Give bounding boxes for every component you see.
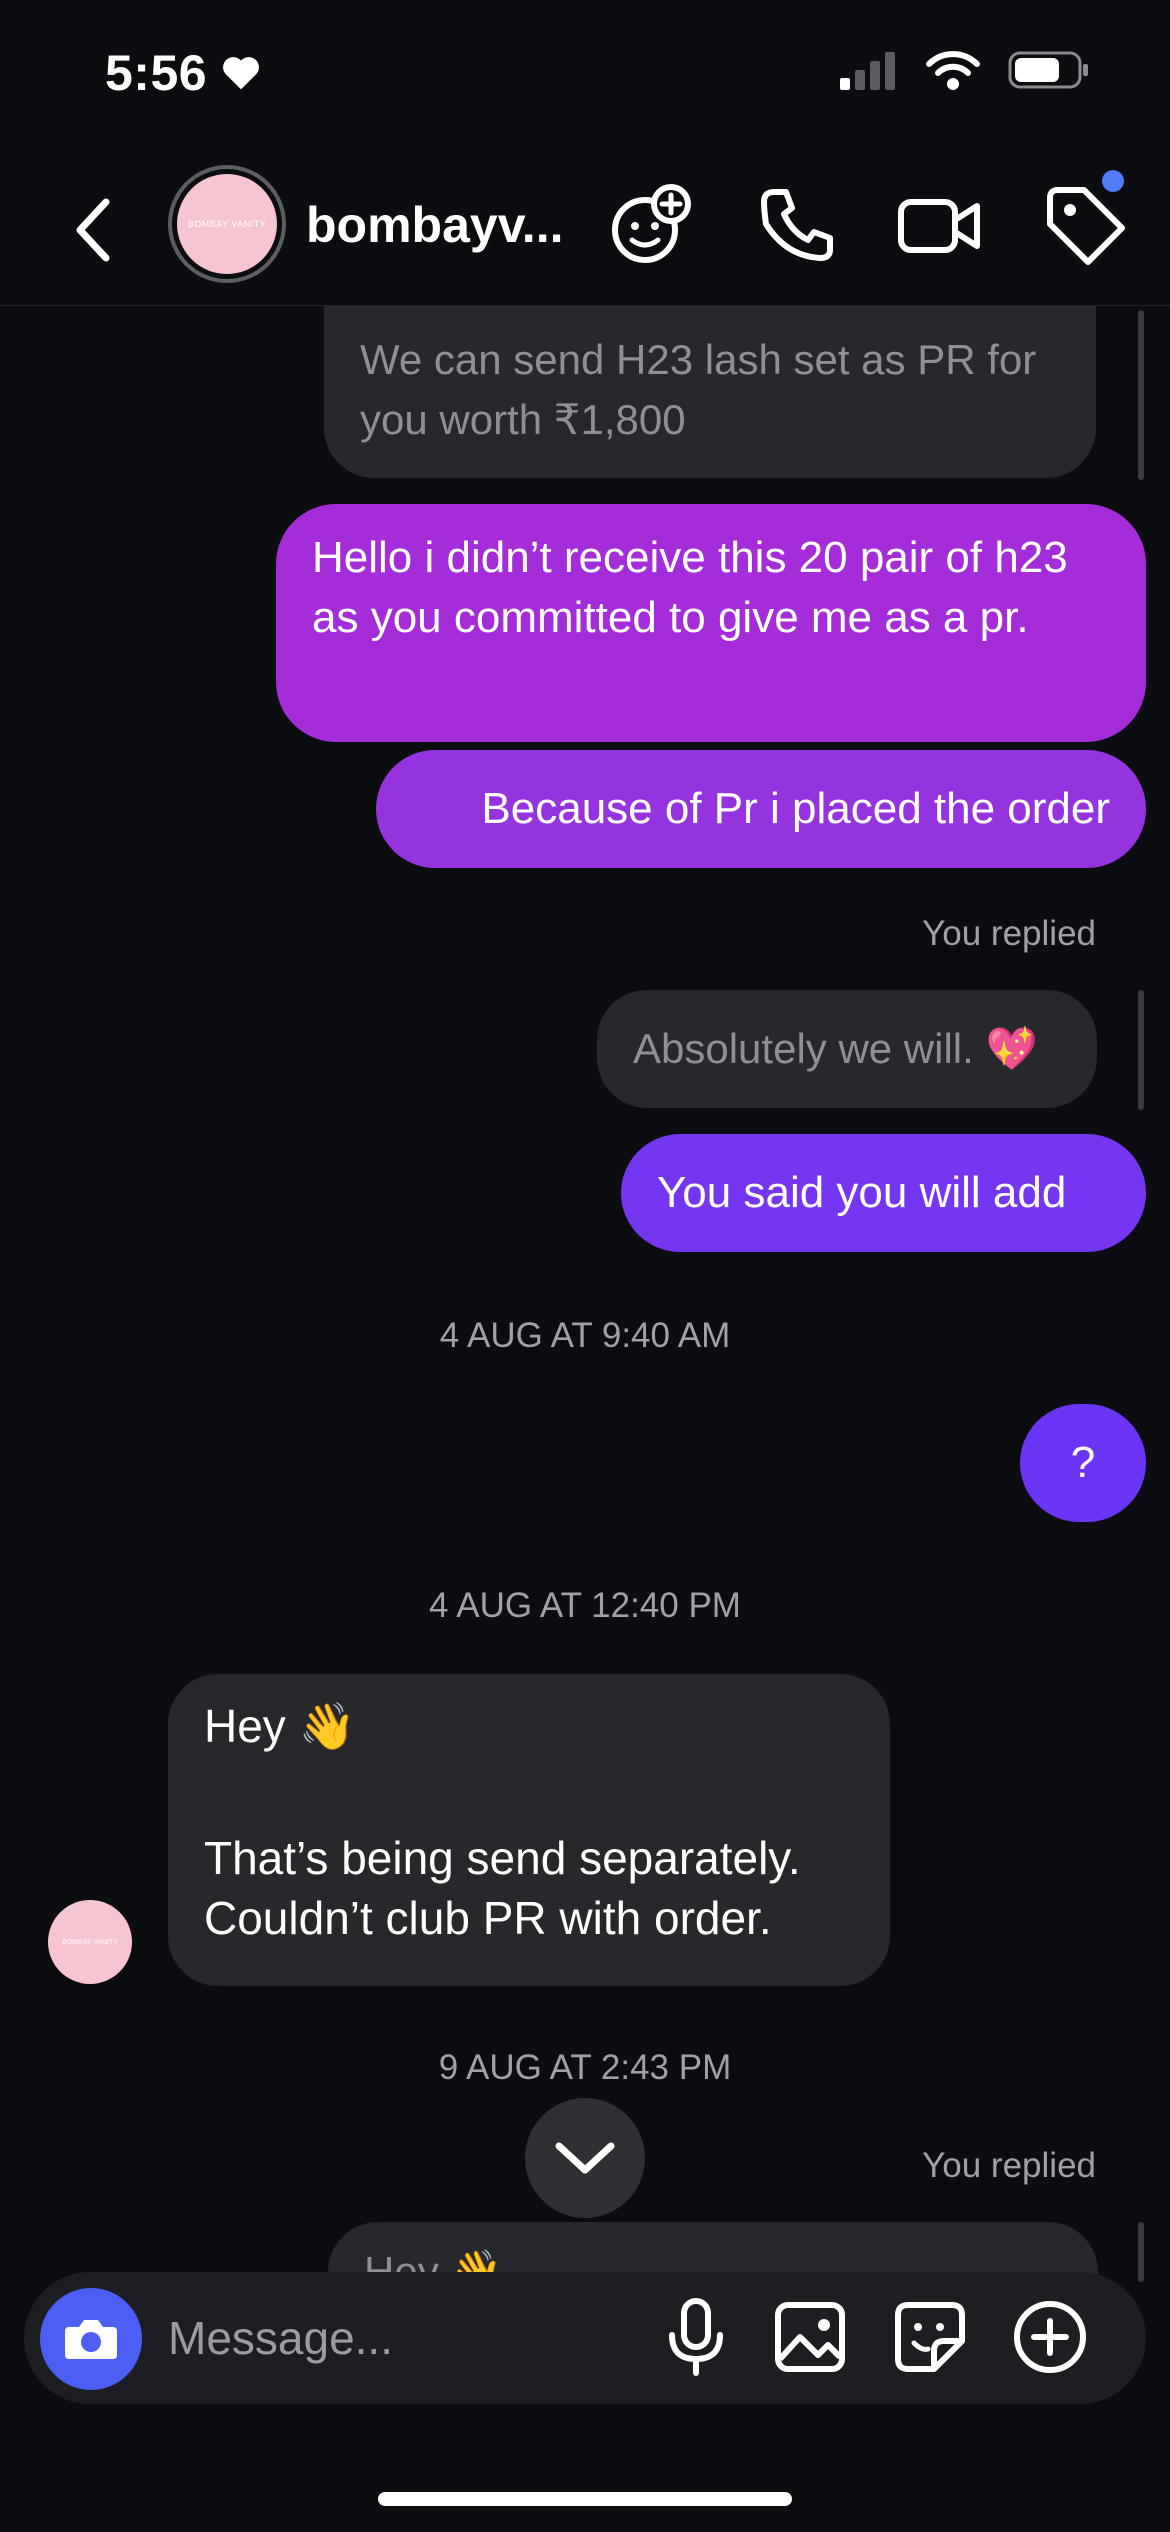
message-bubble-received[interactable]: Hey 👋 That’s being send separately. Coul… [168,1674,890,1986]
you-replied-label: You replied [922,2146,1096,2185]
image-icon [775,2302,845,2372]
reply-thread-bar [1138,2222,1144,2282]
heart-icon [223,57,260,90]
voice-call-button[interactable] [752,180,842,270]
tag-icon [1047,187,1125,265]
message-text: Hey 👋 [204,1700,356,1752]
message-bubble-sent[interactable]: Hello i didn’t receive this 20 pair of h… [276,504,1146,742]
timestamp: 4 AUG AT 9:40 AM [439,1316,731,1355]
message-text: That’s being send separately. Couldn’t c… [204,1832,801,1944]
wifi-icon [926,51,980,90]
timestamp: 9 AUG AT 2:43 PM [438,2048,732,2087]
cellular-signal-icon [840,52,895,90]
camera-icon [65,2320,117,2359]
add-effects-button[interactable] [605,180,695,270]
timestamp: 4 AUG AT 12:40 PM [429,1586,741,1625]
voice-message-button[interactable] [654,2295,738,2379]
phone-icon [761,189,833,261]
sticker-face-plus-icon [612,184,691,263]
message-bubble-sent[interactable]: You said you will add [621,1134,1146,1252]
message-input[interactable]: Message... [168,2311,393,2365]
notification-badge [1102,170,1124,192]
avatar: BOMBAY VANITY [177,174,277,274]
home-indicator[interactable] [378,2492,792,2506]
more-options-button[interactable] [1008,2295,1092,2379]
camera-button[interactable] [40,2288,142,2390]
sticker-button[interactable] [888,2295,972,2379]
back-button[interactable] [64,190,124,270]
video-call-button[interactable] [895,180,985,270]
video-camera-icon [898,199,980,253]
quoted-reply-bubble[interactable]: Absolutely we will. 💖 [597,990,1097,1108]
contact-avatar[interactable]: BOMBAY VANITY [168,165,286,283]
battery-icon [1008,51,1088,89]
chevron-down-icon [555,2142,615,2174]
chevron-left-icon [76,198,110,262]
sender-avatar[interactable]: BOMBAY VANITY [48,1900,132,1984]
gallery-button[interactable] [768,2295,852,2379]
message-bubble-received[interactable]: We can send H23 lash set as PR for you w… [324,306,1096,478]
reply-thread-bar [1138,310,1144,480]
status-indicators [840,50,1090,90]
message-bubble-sent[interactable]: Because of Pr i placed the order [376,750,1146,868]
you-replied-label: You replied [922,914,1096,953]
tag-button[interactable] [1040,180,1130,270]
message-bubble-sent[interactable]: ? [1020,1404,1146,1522]
plus-circle-icon [1014,2301,1086,2373]
status-time: 5:56 [105,44,261,102]
sticker-icon [895,2302,965,2372]
reply-thread-bar [1138,990,1144,1110]
contact-name[interactable]: bombayv... [306,196,563,254]
microphone-icon [669,2298,723,2376]
scroll-to-bottom-button[interactable] [525,2098,645,2218]
